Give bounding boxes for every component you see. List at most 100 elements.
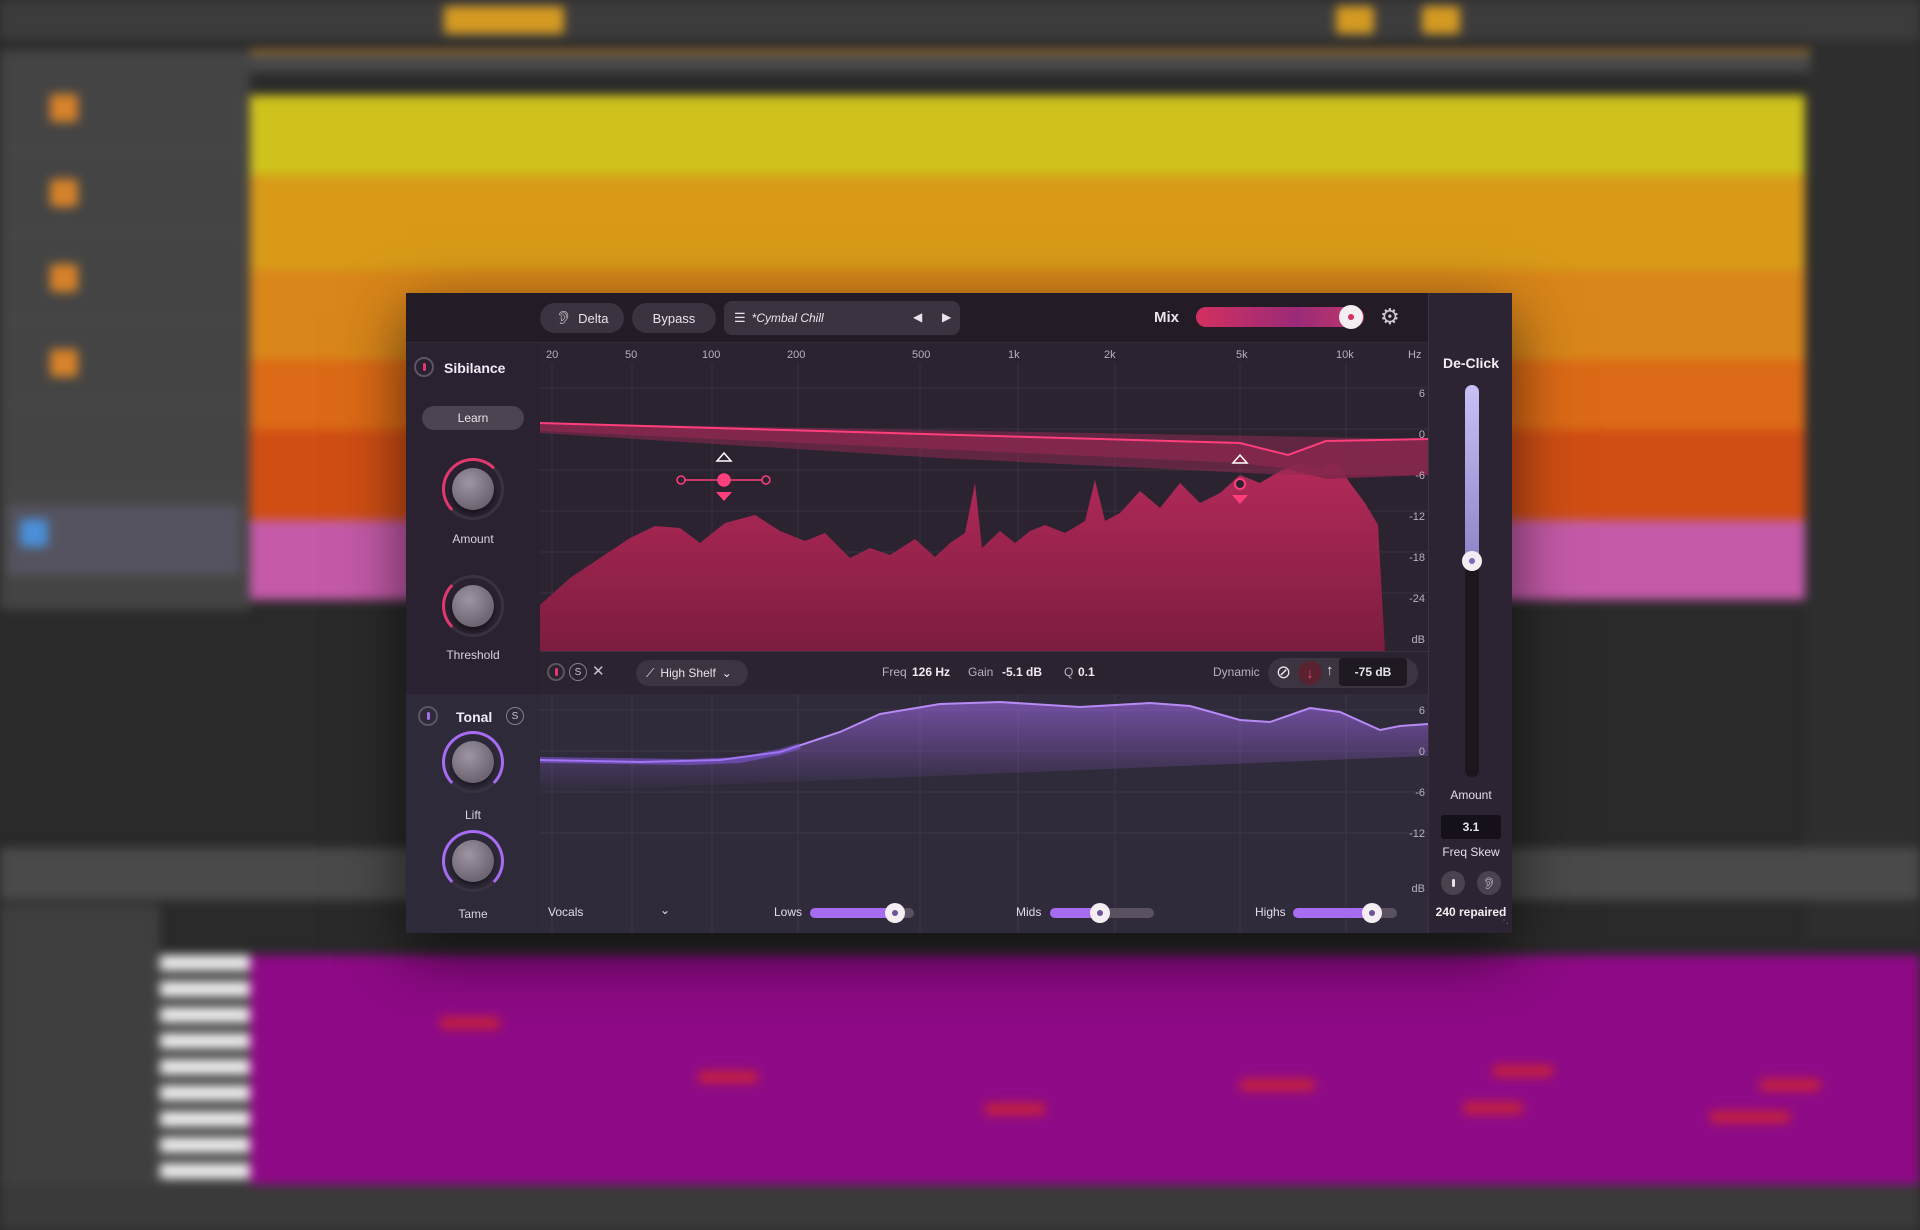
declick-power-icon[interactable] [1441, 871, 1465, 895]
previous-preset-icon[interactable]: ◀ [913, 310, 922, 324]
sibilance-amount-knob[interactable] [442, 458, 504, 520]
midi-note [1240, 1079, 1315, 1091]
daw-track-header [8, 250, 240, 320]
band-solo-icon[interactable]: S [569, 663, 587, 681]
highs-slider-fill [1293, 908, 1373, 918]
freq-label: Freq [882, 665, 907, 679]
daw-toolbar [0, 0, 1920, 40]
db-unit: dB [1411, 883, 1425, 895]
dynamic-threshold-value[interactable]: -75 dB [1339, 658, 1407, 686]
midi-note [1760, 1079, 1820, 1091]
tonal-profile-label: Vocals [548, 905, 584, 919]
arrow-down-icon[interactable]: ↓ [1298, 661, 1322, 685]
freq-tick: 500 [912, 349, 931, 361]
mix-slider-thumb[interactable] [1338, 305, 1363, 329]
declick-panel: De-Click Amount 3.1 Freq Skew 👂︎ 240 rep… [1428, 293, 1512, 933]
freq-tick: 2k [1104, 349, 1116, 361]
q-label: Q [1064, 665, 1074, 679]
db-tick: -18 [1409, 552, 1425, 564]
ear-icon[interactable]: 👂︎ [1477, 871, 1501, 895]
tonal-solo-icon[interactable]: S [506, 707, 524, 725]
gear-icon[interactable]: ⚙ [1380, 304, 1400, 330]
gain-value[interactable]: -5.1 dB [1002, 665, 1042, 679]
mix-label: Mix [1154, 309, 1180, 326]
learn-button[interactable]: Learn [422, 406, 524, 430]
daw-toolbar-chip [444, 6, 564, 34]
daw-piano-roll [250, 955, 1920, 1185]
db-unit: dB [1411, 634, 1425, 646]
arrow-up-icon[interactable]: ↑ [1326, 662, 1334, 679]
db-tick: -6 [1415, 470, 1425, 482]
daw-piano-roll-sidebar [0, 905, 160, 1195]
band-type-dropdown[interactable]: ⟋ High Shelf ⌄ [636, 660, 748, 686]
threshold-value: -75 dB [1354, 665, 1392, 679]
band-settings-bar: S ✕ ⟋ High Shelf ⌄ Freq 126 Hz Gain -5.1… [540, 651, 1428, 694]
resize-handle-icon[interactable]: ⋱ [1499, 915, 1509, 926]
declick-amount-thumb[interactable] [1462, 551, 1482, 572]
threshold-knob[interactable] [442, 575, 504, 637]
q-value[interactable]: 0.1 [1078, 665, 1095, 679]
next-preset-icon[interactable]: ▶ [942, 310, 951, 324]
list-icon: ☰ [734, 310, 746, 325]
midi-note [698, 1071, 758, 1083]
preset-selector[interactable]: ☰ *Cymbal Chill [724, 301, 960, 335]
tame-label: Tame [458, 907, 488, 921]
tonal-curve-svg [539, 694, 1429, 933]
db-tick: 6 [1418, 388, 1425, 400]
daw-track-header [8, 505, 240, 575]
midi-note [440, 1017, 500, 1029]
lows-label: Lows [774, 905, 803, 919]
highs-slider-thumb[interactable] [1362, 903, 1383, 923]
freq-skew-field[interactable]: 3.1 [1441, 815, 1501, 839]
no-dynamic-icon[interactable]: ⊘ [1276, 662, 1291, 683]
tonal-title: Tonal [456, 709, 493, 725]
sibilance-controls: Sibilance Learn Amount Threshold [406, 343, 540, 694]
gain-label: Gain [968, 665, 994, 679]
tonal-power-icon[interactable] [418, 706, 438, 726]
chevron-down-icon: ⌄ [660, 903, 671, 917]
band-handle [676, 473, 771, 487]
freq-skew-value: 3.1 [1462, 820, 1480, 834]
lows-slider-fill [810, 908, 896, 918]
declick-amount-fill [1465, 385, 1479, 562]
bypass-label: Bypass [652, 310, 696, 326]
tame-knob[interactable] [442, 830, 504, 892]
plugin-window: 👂︎ Delta Bypass ☰ *Cymbal Chill ◀ ▶ Mix … [406, 293, 1512, 933]
amount-label: Amount [452, 532, 494, 546]
freq-skew-label: Freq Skew [1442, 845, 1500, 859]
daw-piano-keys [160, 955, 250, 1185]
freq-tick: 50 [625, 349, 638, 361]
tonal-profile-dropdown[interactable]: Vocals ⌄ [548, 903, 676, 919]
band-delete-icon[interactable]: ✕ [592, 662, 605, 680]
midi-note [1463, 1102, 1523, 1114]
freq-tick: 200 [787, 349, 806, 361]
band-type-label: High Shelf [660, 666, 716, 680]
band-power-icon[interactable] [547, 663, 565, 681]
midi-note [985, 1103, 1045, 1115]
tonal-controls: Tonal S Lift Tame [406, 694, 540, 933]
mids-label: Mids [1016, 905, 1042, 919]
sibilance-title: Sibilance [444, 360, 506, 376]
daw-timeline-ruler [250, 50, 1810, 72]
lift-knob[interactable] [442, 731, 504, 793]
sibilance-spectrum-svg [539, 363, 1429, 651]
bypass-button[interactable]: Bypass [632, 303, 716, 333]
daw-toolbar-chip [1422, 6, 1460, 34]
dynamic-label: Dynamic [1213, 665, 1260, 679]
plugin-toolbar: 👂︎ Delta Bypass ☰ *Cymbal Chill ◀ ▶ Mix … [406, 293, 1428, 343]
freq-tick: 20 [546, 349, 559, 361]
sibilance-power-icon[interactable] [414, 357, 434, 377]
lift-label: Lift [464, 808, 481, 822]
mids-slider-thumb[interactable] [1089, 903, 1110, 923]
tonal-balance-graph[interactable] [539, 694, 1429, 933]
daw-track-list [0, 50, 250, 610]
daw-track-header [8, 165, 240, 235]
freq-tick: 1k [1008, 349, 1020, 361]
delta-button[interactable]: 👂︎ Delta [540, 303, 624, 333]
freq-value[interactable]: 126 Hz [912, 665, 950, 679]
sibilance-spectrum-graph[interactable] [539, 343, 1429, 651]
daw-clip [250, 175, 1805, 270]
db-tick: 0 [1418, 429, 1425, 441]
daw-track-header [8, 335, 240, 405]
daw-clip [250, 95, 1805, 175]
